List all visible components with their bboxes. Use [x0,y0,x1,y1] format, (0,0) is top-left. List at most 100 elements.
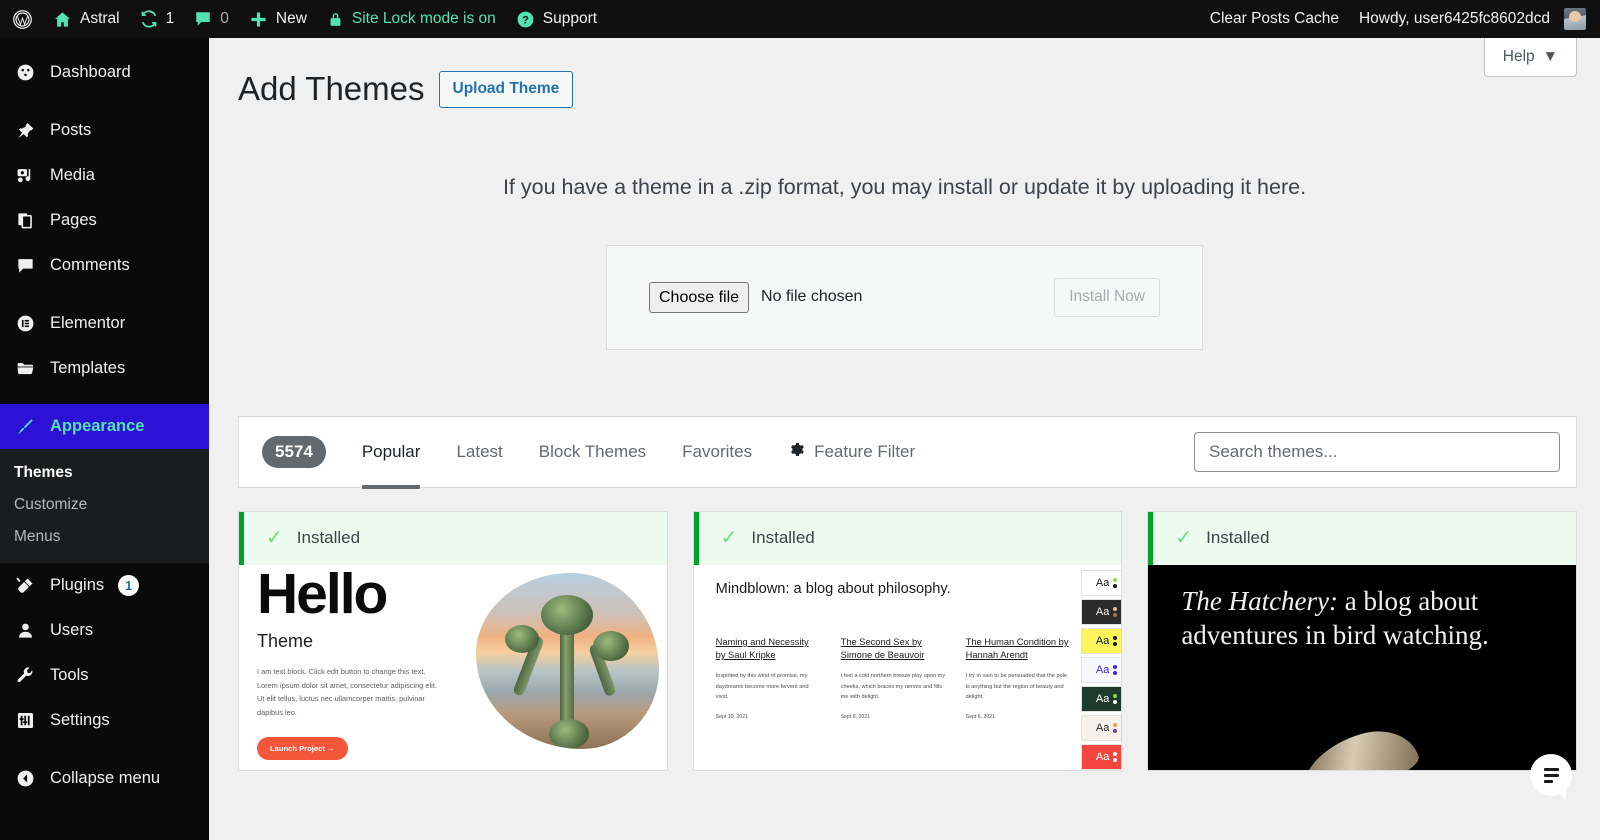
sidebar-label-media: Media [50,166,95,185]
media-icon [14,166,36,185]
comments-button[interactable]: 0 [184,0,239,38]
chat-widget-button[interactable] [1530,754,1572,796]
style-variation-swatch[interactable]: Aa [1081,599,1122,625]
upload-theme-button[interactable]: Upload Theme [439,71,574,107]
check-icon: ✓ [266,528,283,548]
help-tab-button[interactable]: Help ▼ [1484,38,1577,77]
check-icon: ✓ [1175,528,1192,548]
sidebar-item-users[interactable]: Users [0,608,209,653]
sidebar-item-pages[interactable]: Pages [0,198,209,243]
tt2-post-date: Sept 10, 2021 [716,714,821,720]
installed-label: Installed [297,528,360,548]
howdy-account-button[interactable]: Howdy, user6425fc8602dcd [1349,0,1600,38]
submenu-item-themes[interactable]: Themes [0,457,209,489]
help-circle-icon: ? [516,10,535,29]
support-label: Support [543,10,597,28]
style-variation-swatch[interactable]: Aa [1081,686,1122,712]
dashboard-icon [14,63,36,82]
brush-icon [14,417,36,436]
theme-upload-section: If you have a theme in a .zip format, yo… [209,111,1600,350]
sidebar-item-appearance[interactable]: Appearance [0,404,209,449]
theme-screenshot: The Hatchery: a blog about adventures in… [1148,565,1576,771]
tt2-post-item: Naming and Necessity by Saul Kripke Insp… [716,636,821,720]
style-variation-swatch[interactable]: Aa [1081,628,1122,654]
sidebar-item-elementor[interactable]: Elementor [0,301,209,346]
hello-preview-body: I am text block. Click edit button to ch… [257,665,439,720]
site-name-label: Astral [80,10,120,28]
theme-grid: ✓ Installed Hello Theme I am text block.… [238,511,1577,771]
pages-icon [14,211,36,230]
twentytwentythree-preview: The Hatchery: a blog about adventures in… [1148,565,1576,771]
tab-latest[interactable]: Latest [438,442,520,462]
sidebar-label-comments: Comments [50,256,130,275]
new-content-label: New [276,10,307,28]
settings-icon [14,711,36,730]
style-variation-swatch[interactable]: Aa [1081,657,1122,683]
theme-screenshot: Mindblown: a blog about philosophy. Nami… [694,565,1122,771]
sidebar-label-plugins: Plugins [50,576,104,595]
plugins-update-badge: 1 [118,575,139,596]
style-variation-dots [1113,665,1117,675]
site-name-button[interactable]: Astral [43,0,130,38]
tt2-post-heading: The Second Sex by Simone de Beauvoir [841,636,946,662]
sidebar-item-collapse-menu[interactable]: Collapse menu [0,756,209,801]
theme-upload-form: Choose file No file chosen Install Now [606,245,1203,350]
submenu-item-menus[interactable]: Menus [0,521,209,553]
feature-filter-button[interactable]: Feature Filter [770,441,933,463]
wordpress-logo-button[interactable] [0,0,43,38]
submenu-item-customize[interactable]: Customize [0,489,209,521]
installed-label: Installed [1206,528,1269,548]
hello-preview-image [476,573,659,749]
help-label: Help [1503,48,1535,66]
site-lock-button[interactable]: Site Lock mode is on [317,0,506,38]
updates-button[interactable]: 1 [130,0,185,38]
support-button[interactable]: ? Support [506,0,607,38]
tt2-post-heading: The Human Condition by Hannah Arendt [966,636,1071,662]
theme-card[interactable]: ✓ Installed The Hatchery: a blog about a… [1147,511,1577,771]
sidebar-item-media[interactable]: Media [0,153,209,198]
install-now-button[interactable]: Install Now [1054,278,1160,317]
style-variation-swatch[interactable]: Aa [1081,744,1122,770]
folder-icon [14,359,36,378]
feature-filter-label: Feature Filter [814,442,915,462]
new-content-button[interactable]: New [239,0,317,38]
style-variation-label: Aa [1096,693,1109,705]
tt2-post-list: Naming and Necessity by Saul Kripke Insp… [716,636,1071,720]
tab-favorites-label: Favorites [682,442,752,462]
tab-popular[interactable]: Popular [344,442,439,462]
comments-icon [14,256,36,275]
sidebar-item-plugins[interactable]: Plugins 1 [0,563,209,608]
tt2-post-date: Sept 6, 2021 [966,714,1071,720]
sidebar-item-posts[interactable]: Posts [0,108,209,153]
theme-card[interactable]: ✓ Installed Mindblown: a blog about phil… [693,511,1123,771]
theme-screenshot: Hello Theme I am text block. Click edit … [239,565,667,771]
sidebar-item-comments[interactable]: Comments [0,243,209,288]
tab-favorites[interactable]: Favorites [664,442,770,462]
style-variation-swatch[interactable]: Aa [1081,570,1122,596]
sidebar-item-tools[interactable]: Tools [0,653,209,698]
tab-block-themes[interactable]: Block Themes [521,442,664,462]
file-status-text: No file chosen [761,288,862,306]
sidebar-item-settings[interactable]: Settings [0,698,209,743]
admin-bar: Astral 1 0 New Site Lock mode is on [0,0,1600,38]
style-variation-swatch[interactable]: Aa [1081,715,1122,741]
tab-latest-label: Latest [456,442,502,462]
installed-notice: ✓ Installed [1148,512,1576,565]
theme-card[interactable]: ✓ Installed Hello Theme I am text block.… [238,511,668,771]
tt2-main-column: Mindblown: a blog about philosophy. Nami… [694,565,1081,771]
page-header: Add Themes Upload Theme [209,38,1600,111]
style-variation-dots [1113,752,1117,762]
choose-file-button[interactable]: Choose file [649,282,749,314]
tt3-title-emphasis: The Hatchery: [1181,586,1338,616]
search-input[interactable] [1194,432,1560,472]
theme-count-badge: 5574 [262,436,326,468]
sidebar-label-settings: Settings [50,711,110,730]
elementor-icon [14,314,36,333]
tab-block-themes-label: Block Themes [539,442,646,462]
hello-preview-button: Launch Project → [257,737,348,760]
sidebar-item-templates[interactable]: Templates [0,346,209,391]
comment-bubble-icon [194,10,212,28]
tt2-post-item: The Second Sex by Simone de Beauvoir I f… [841,636,946,720]
sidebar-item-dashboard[interactable]: Dashboard [0,50,209,95]
clear-posts-cache-button[interactable]: Clear Posts Cache [1200,0,1349,38]
